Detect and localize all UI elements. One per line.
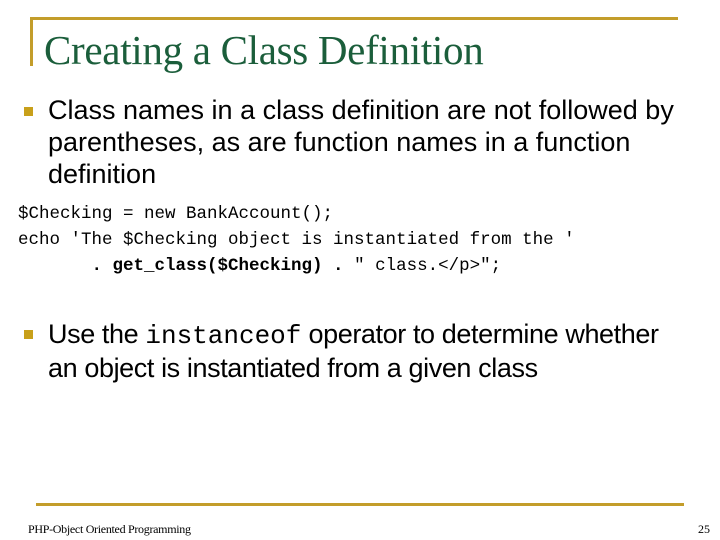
code-line-1: $Checking = new BankAccount();	[18, 204, 334, 224]
code-line-3-bold: . get_class($Checking) .	[91, 256, 344, 276]
code-block: $Checking = new BankAccount(); echo 'The…	[18, 201, 575, 279]
bullet-text-2-before: Use the	[48, 319, 146, 349]
code-line-3-regular: " class.</p>";	[343, 256, 502, 276]
footer-rule	[36, 503, 684, 506]
bullet-text-1: Class names in a class definition are no…	[48, 95, 674, 189]
title-rule-top	[30, 17, 678, 20]
bullet-text-2: Use the instanceof operator to determine…	[48, 318, 688, 384]
code-line-2: echo 'The $Checking object is instantiat…	[18, 230, 575, 250]
slide-title: Creating a Class Definition	[44, 27, 484, 73]
code-line-3-indent	[18, 256, 92, 276]
bullet-square-icon	[24, 107, 33, 116]
footer-course-title: PHP-Object Oriented Programming	[28, 522, 191, 536]
inline-code-instanceof: instanceof	[145, 321, 302, 351]
title-rule-left	[30, 17, 33, 66]
bullet-square-icon	[24, 330, 33, 339]
footer-page-number: 25	[698, 522, 710, 536]
